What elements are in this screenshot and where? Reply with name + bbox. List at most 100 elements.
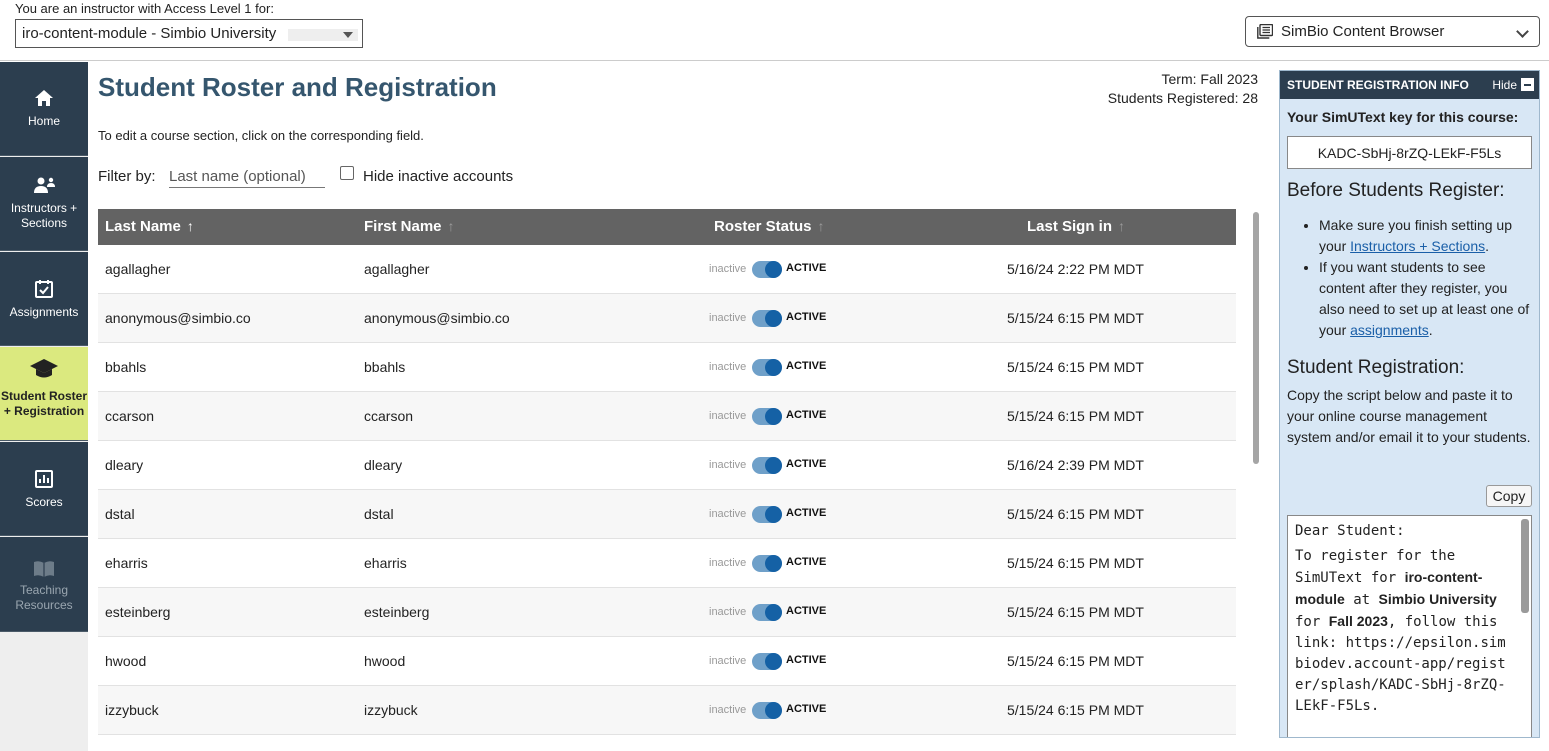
- course-select[interactable]: iro-content-module - Simbio University: [15, 19, 363, 48]
- roster-status-toggle[interactable]: [752, 653, 782, 670]
- hide-inactive-checkbox[interactable]: [340, 166, 354, 180]
- table-row[interactable]: izzybuck izzybuck inactive ACTIVE 5/15/2…: [98, 686, 1236, 735]
- first-name-cell[interactable]: agallagher: [364, 261, 429, 277]
- table-scrollbar[interactable]: [1253, 212, 1259, 464]
- roster-status-toggle[interactable]: [752, 408, 782, 425]
- status-active-label: ACTIVE: [786, 409, 827, 421]
- calendar-check-icon: [35, 280, 53, 298]
- letter-term: Fall 2023: [1328, 613, 1388, 629]
- col-last-sign-in[interactable]: Last Sign in ↑: [1027, 218, 1125, 235]
- table-row[interactable]: anonymous@simbio.co anonymous@simbio.co …: [98, 294, 1236, 343]
- roster-status-toggle[interactable]: [752, 457, 782, 474]
- nav-student-roster[interactable]: Student Roster + Registration: [0, 347, 88, 441]
- table-row[interactable]: hwood hwood inactive ACTIVE 5/15/24 6:15…: [98, 637, 1236, 686]
- last-name-cell[interactable]: bbahls: [105, 359, 146, 375]
- last-name-cell[interactable]: ccarson: [105, 408, 154, 424]
- table-row[interactable]: [98, 735, 1236, 751]
- first-name-cell[interactable]: dleary: [364, 457, 402, 473]
- last-sign-in-cell: 5/15/24 6:15 PM MDT: [1007, 604, 1144, 620]
- table-row[interactable]: dleary dleary inactive ACTIVE 5/16/24 2:…: [98, 441, 1236, 490]
- last-name-filter-input[interactable]: [169, 166, 325, 188]
- list-item: If you want students to see content afte…: [1319, 257, 1535, 341]
- last-sign-in-cell: 5/15/24 6:15 PM MDT: [1007, 359, 1144, 375]
- table-row[interactable]: bbahls bbahls inactive ACTIVE 5/15/24 6:…: [98, 343, 1236, 392]
- assignments-link[interactable]: assignments: [1350, 322, 1429, 338]
- content-browser-dropdown[interactable]: SimBio Content Browser: [1245, 16, 1540, 47]
- status-inactive-label: inactive: [709, 312, 747, 324]
- roster-status-toggle[interactable]: [752, 702, 782, 719]
- main-content: Student Roster and Registration Term: Fa…: [98, 62, 1259, 751]
- nav-home[interactable]: Home: [0, 62, 88, 156]
- table-header: Last Name ↑ First Name ↑ Roster Status ↑ La…: [98, 209, 1236, 245]
- first-name-cell[interactable]: anonymous@simbio.co: [364, 310, 510, 326]
- status-inactive-label: inactive: [709, 263, 747, 275]
- student-registration-heading: Student Registration:: [1287, 357, 1465, 378]
- copy-button[interactable]: Copy: [1486, 485, 1532, 507]
- table-row[interactable]: ccarson ccarson inactive ACTIVE 5/15/24 …: [98, 392, 1236, 441]
- table-row[interactable]: eharris eharris inactive ACTIVE 5/15/24 …: [98, 539, 1236, 588]
- last-name-cell[interactable]: eharris: [105, 555, 148, 571]
- book-icon: [34, 561, 54, 577]
- first-name-cell[interactable]: bbahls: [364, 359, 405, 375]
- roster-status-toggle[interactable]: [752, 506, 782, 523]
- status-inactive-label: inactive: [709, 704, 747, 716]
- nav-student-roster-label: Student Roster + Registration: [0, 389, 87, 418]
- key-heading: Your SimUText key for this course:: [1287, 109, 1519, 125]
- students-registered-count: Students Registered: 28: [1107, 90, 1258, 106]
- status-inactive-label: inactive: [709, 655, 747, 667]
- hide-panel-button[interactable]: Hide: [1492, 78, 1534, 92]
- chevron-down-icon: [1516, 25, 1529, 38]
- letter-school: Simbio University: [1378, 591, 1497, 607]
- registration-letter-textarea[interactable]: Dear Student: To register for the SimUTe…: [1287, 515, 1532, 737]
- last-name-cell[interactable]: hwood: [105, 653, 146, 669]
- letter-text: at: [1353, 592, 1371, 608]
- first-name-cell[interactable]: izzybuck: [364, 702, 418, 718]
- info-panel-header: STUDENT REGISTRATION INFO Hide: [1280, 71, 1539, 99]
- nav-assignments[interactable]: Assignments: [0, 252, 88, 346]
- bullet-text: .: [1428, 322, 1433, 338]
- hide-inactive-label: Hide inactive accounts: [363, 168, 514, 185]
- col-first-name-label: First Name: [364, 218, 442, 235]
- table-row[interactable]: dstal dstal inactive ACTIVE 5/15/24 6:15…: [98, 490, 1236, 539]
- nav-instructors-sections[interactable]: Instructors + Sections: [0, 157, 88, 251]
- roster-status-toggle[interactable]: [752, 555, 782, 572]
- first-name-cell[interactable]: dstal: [364, 506, 394, 522]
- last-name-cell[interactable]: izzybuck: [105, 702, 159, 718]
- last-sign-in-cell: 5/15/24 6:15 PM MDT: [1007, 702, 1144, 718]
- status-inactive-label: inactive: [709, 410, 747, 422]
- course-key-box[interactable]: KADC-SbHj-8rZQ-LEkF-F5Ls: [1287, 136, 1532, 169]
- status-active-label: ACTIVE: [786, 311, 827, 323]
- letter-scrollbar[interactable]: [1521, 519, 1529, 613]
- last-name-cell[interactable]: anonymous@simbio.co: [105, 310, 251, 326]
- first-name-cell[interactable]: ccarson: [364, 408, 413, 424]
- status-inactive-label: inactive: [709, 557, 747, 569]
- first-name-cell[interactable]: eharris: [364, 555, 407, 571]
- hide-label: Hide: [1492, 78, 1517, 92]
- roster-status-toggle[interactable]: [752, 310, 782, 327]
- table-row[interactable]: esteinberg esteinberg inactive ACTIVE 5/…: [98, 588, 1236, 637]
- col-last-name[interactable]: Last Name ↑: [105, 218, 194, 235]
- status-active-label: ACTIVE: [786, 458, 827, 470]
- status-active-label: ACTIVE: [786, 360, 827, 372]
- first-name-cell[interactable]: hwood: [364, 653, 405, 669]
- roster-status-toggle[interactable]: [752, 359, 782, 376]
- roster-status-toggle[interactable]: [752, 604, 782, 621]
- registration-instructions: Copy the script below and paste it to yo…: [1287, 387, 1531, 445]
- first-name-cell[interactable]: esteinberg: [364, 604, 429, 620]
- sort-up-icon: ↑: [1118, 218, 1126, 234]
- status-active-label: ACTIVE: [786, 703, 827, 715]
- before-register-list: Make sure you finish setting up your Ins…: [1305, 215, 1535, 341]
- last-name-cell[interactable]: esteinberg: [105, 604, 170, 620]
- status-active-label: ACTIVE: [786, 654, 827, 666]
- instructors-sections-link[interactable]: Instructors + Sections: [1350, 238, 1485, 254]
- roster-status-toggle[interactable]: [752, 261, 782, 278]
- last-name-cell[interactable]: dstal: [105, 506, 135, 522]
- nav-scores[interactable]: Scores: [0, 442, 88, 536]
- col-roster-status[interactable]: Roster Status ↑: [714, 218, 825, 235]
- term-label: Term: Fall 2023: [1161, 71, 1258, 87]
- last-name-cell[interactable]: agallagher: [105, 261, 170, 277]
- table-row[interactable]: agallagher agallagher inactive ACTIVE 5/…: [98, 245, 1236, 294]
- last-name-cell[interactable]: dleary: [105, 457, 143, 473]
- filter-label: Filter by:: [98, 168, 156, 185]
- col-first-name[interactable]: First Name ↑: [364, 218, 455, 235]
